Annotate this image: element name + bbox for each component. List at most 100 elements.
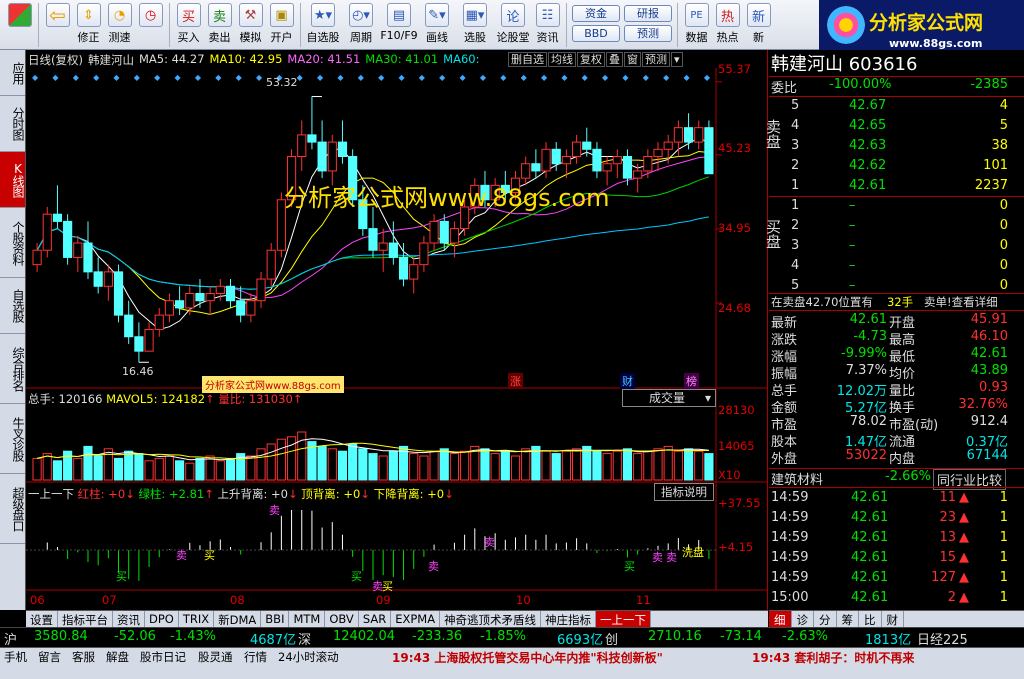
indicator-tab[interactable]: TRIX [179,611,215,627]
volume-bar [276,438,286,481]
status-link[interactable]: 行情 [244,649,267,665]
speed-test-button[interactable]: ◔ 测速 [104,0,135,48]
indicator-tab[interactable]: SAR [359,611,392,627]
overlay-button[interactable]: 叠 [606,52,623,67]
diamond-marker: ◆ [582,73,589,82]
level-price: 42.63 [849,138,887,153]
tick-list[interactable]: 14:59 42.61 11 ▲ 1 14:59 42.61 23 ▲ 1 14:59 42.61 13… [769,487,1024,610]
indicator-dropdown[interactable]: 成交量 ▾ [622,389,716,407]
home-button[interactable] [4,0,35,48]
sh-index: 3580.84 [34,629,88,644]
bbd-button[interactable]: BBD [572,25,620,42]
watchlist-label: 自选股 [306,31,340,44]
status-link[interactable]: 留言 [38,649,61,665]
fix-button[interactable]: ⇕ 修正 [73,0,104,48]
tab-watchlist[interactable]: 自选股 [0,278,25,334]
forecast-chart-button[interactable]: 预测 [642,52,670,67]
news-ticker-1[interactable]: 19:43 上海股权托管交易中心年内推"科技创新板" [392,649,663,666]
dropdown-arrow-icon[interactable]: ▾ [671,52,683,67]
event-tag[interactable]: 财 [620,373,635,389]
adjust-button[interactable]: 复权 [577,52,605,67]
stock-screen-button[interactable]: ▦▾ 选股 [456,0,494,48]
indicator-tab[interactable]: 设置 [26,611,58,627]
new-button[interactable]: 新新 [743,0,774,48]
tab-ranking[interactable]: 综合排名 [0,334,25,404]
indicator-tab[interactable]: 指标平台 [58,611,113,627]
order-position-link[interactable]: 卖单!查看详细 [924,294,998,310]
event-tag[interactable]: 涨 [508,373,523,389]
tab-diagnosis[interactable]: 牛叉诊股 [0,404,25,474]
forum-label: 论股堂 [496,31,530,44]
status-link[interactable]: 股灵通 [198,649,233,665]
tab-kline[interactable]: K线图 [0,152,25,208]
ask-row[interactable]: 5 42.67 4 [769,98,1024,115]
ask-row[interactable]: 3 42.63 38 [769,138,1024,155]
industry-name[interactable]: 建筑材料 [771,469,823,488]
ask-row[interactable]: 4 42.65 5 [769,118,1024,135]
candle-body [653,148,663,158]
diamond-marker: ◆ [93,73,100,82]
tab-super-orderbook[interactable]: 超级盘口 [0,474,25,544]
indicator-tab[interactable]: BBI [261,611,290,627]
kline-chart-panel[interactable]: ◆ ◆ ◆ ◆ ◆ ◆ ◆ ◆ ◆ ◆ ◆ ◆ ◆ ◆ ◆ ◆ ◆ ◆ ◆ ◆ ◆ ◆ ◆ ◆ ◆ ◆ ◆ ◆ ◆ ◆ ◆ ◆ ◆ ◆ 日线(复权… [26,50,768,610]
status-link[interactable]: 24小时滚动 [278,649,339,665]
detail-tab[interactable]: 财 [882,611,904,627]
up-down-arrows-icon: ⇕ [76,3,101,27]
draw-line-button[interactable]: ✎▾ 画线 [418,0,456,48]
simulate-button[interactable]: ⚒ 模拟 [235,0,266,48]
forecast-button[interactable]: 预测 [624,25,672,42]
indicator-tab[interactable]: DPO [145,611,179,627]
indicator-tab[interactable]: 一上一下 [596,611,652,627]
bid-row[interactable]: 4 – 0 [769,258,1024,275]
status-link[interactable]: 解盘 [106,649,129,665]
buy-button[interactable]: 买买入 [173,0,204,48]
ask-row[interactable]: 2 42.62 101 [769,158,1024,175]
forum-button[interactable]: 论论股堂 [494,0,532,48]
bid-row[interactable]: 2 – 0 [769,218,1024,235]
news-button[interactable]: ☷ 资讯 [532,0,563,48]
indicator-tab[interactable]: MTM [289,611,326,627]
hotspot-button[interactable]: 热热点 [712,0,743,48]
ask-row[interactable]: 1 42.61 2237 [769,178,1024,195]
open-account-button[interactable]: ▣ 开户 [266,0,297,48]
indicator-tab[interactable]: 神庄指标 [541,611,597,627]
remove-watch-button[interactable]: 删自选 [508,52,547,67]
tab-intraday[interactable]: 分时图 [0,96,25,152]
research-button[interactable]: 研报 [624,5,672,22]
detail-tab[interactable]: 分 [814,611,837,627]
status-link[interactable]: 客服 [72,649,95,665]
quote-panel: 韩建河山 603616 委比 -100.00% -2385 卖盘 5 42.67 4… [764,50,1024,610]
ma-button[interactable]: 均线 [548,52,576,67]
indicator-tab[interactable]: EXPMA [391,611,441,627]
bid-row[interactable]: 3 – 0 [769,238,1024,255]
indicator-tab[interactable]: 神奇逃顶术矛盾线 [440,611,542,627]
bid-row[interactable]: 1 – 0 [769,198,1024,215]
sell-button[interactable]: 卖卖出 [204,0,235,48]
detail-tab[interactable]: 诊 [792,611,814,627]
candle-body [185,292,195,309]
fund-button[interactable]: 资金 [572,5,620,22]
event-tag[interactable]: 榜 [684,373,699,389]
tab-profile[interactable]: 个股资料 [0,208,25,278]
indicator-tab[interactable]: 资讯 [113,611,145,627]
clock-button[interactable]: ◷ [135,0,166,48]
status-link[interactable]: 股市日记 [140,649,186,665]
detail-tab[interactable]: 比 [859,611,882,627]
period-button[interactable]: ◴▾ 周期 [342,0,380,48]
tab-apps[interactable]: 应用 [0,50,25,96]
window-button[interactable]: 窗 [624,52,641,67]
detail-tab[interactable]: 细 [769,611,792,627]
indicator-explain-button[interactable]: 指标说明 [654,483,714,501]
volume-bar [297,431,307,481]
news-ticker-2[interactable]: 19:43 套利胡子：时机不再来 [752,649,914,666]
status-link[interactable]: 手机 [4,649,27,665]
indicator-tab[interactable]: 新DMA [214,611,262,627]
level-volume: 0 [999,218,1008,233]
order-position-row[interactable]: 在卖盘42.70位置有 32手 卖单!查看详细 [769,293,1024,310]
back-button[interactable]: ⇦ [42,0,73,48]
detail-tab[interactable]: 筹 [837,611,859,627]
indicator-tab[interactable]: OBV [325,611,359,627]
data-button[interactable]: PE 数据 [681,0,712,48]
watchlist-button[interactable]: ★▾ 自选股 [304,0,342,48]
f10-button[interactable]: ▤ F10/F9 [380,0,418,48]
